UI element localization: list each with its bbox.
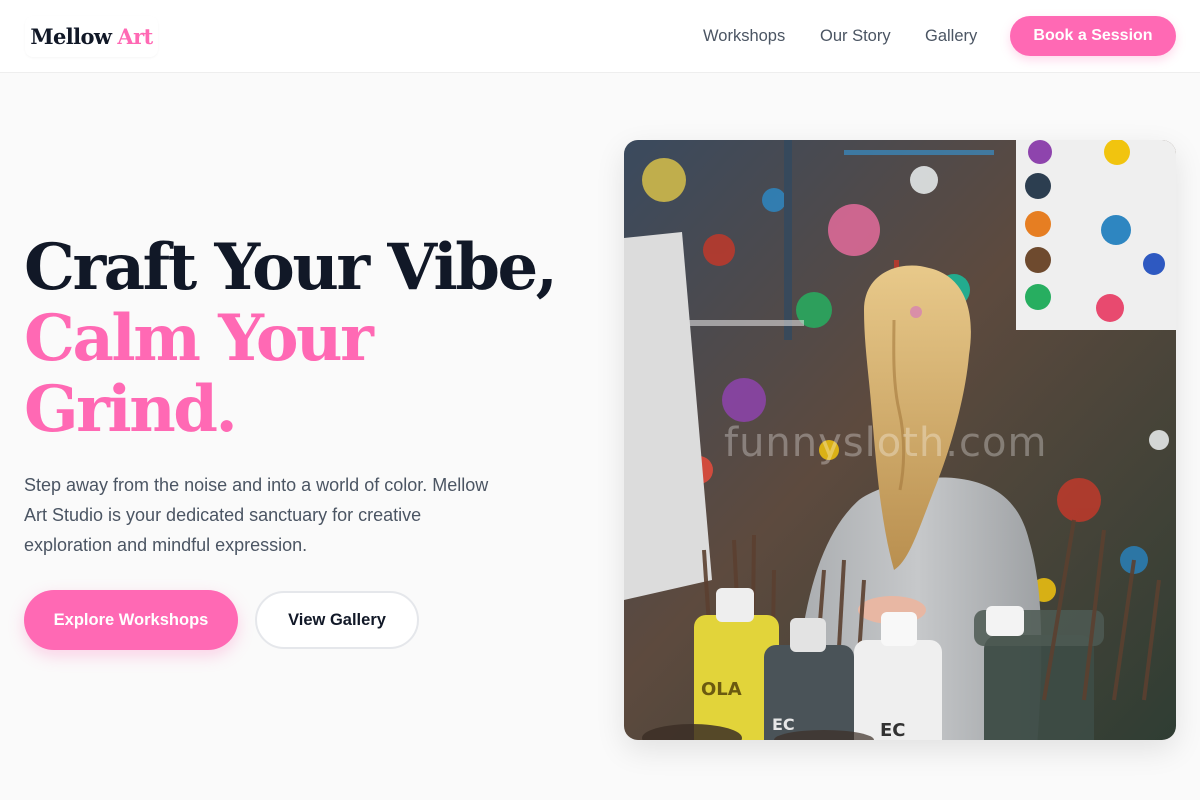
hero-title: Craft Your Vibe, Calm Your Grind.	[24, 230, 558, 447]
site-header: Mellow Art Workshops Our Story Gallery Bo…	[0, 0, 1200, 73]
hero-title-line-2: Calm Your	[24, 301, 374, 376]
nav-link-gallery[interactable]: Gallery	[925, 24, 977, 48]
view-gallery-button[interactable]: View Gallery	[255, 591, 419, 649]
hero-description: Step away from the noise and into a worl…	[24, 475, 489, 555]
bottle-label-ola: OLA	[701, 679, 742, 700]
hero-title-line-3: Grind.	[24, 372, 238, 447]
bottle-label-ec-white: EC	[880, 720, 906, 740]
image-watermark: funnysloth.com	[724, 420, 1048, 466]
nav-link-workshops[interactable]: Workshops	[703, 24, 785, 48]
bottle-label-ec-dark: EC	[772, 715, 795, 734]
explore-workshops-button[interactable]: Explore Workshops	[24, 590, 238, 650]
logo[interactable]: Mellow Art	[25, 16, 158, 57]
hero-image: OLA EC EC funnysloth.com	[624, 140, 1176, 740]
book-session-button[interactable]: Book a Session	[1010, 16, 1176, 56]
nav-link-our-story[interactable]: Our Story	[820, 24, 891, 48]
logo-text-mellow: Mellow	[30, 24, 112, 49]
logo-text-art: Art	[117, 24, 153, 49]
hero-title-line-1: Craft Your Vibe,	[24, 230, 558, 305]
